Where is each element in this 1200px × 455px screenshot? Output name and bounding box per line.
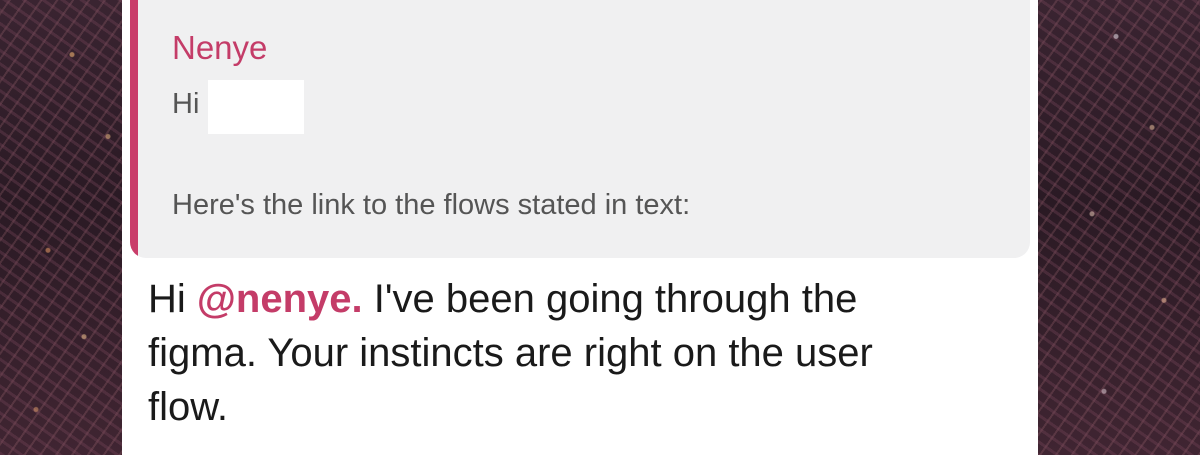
- quote-greeting: Hi: [172, 88, 200, 120]
- message-line1-rest: I've been going through the: [362, 277, 858, 321]
- mention-link[interactable]: @nenye.: [197, 277, 363, 321]
- message-bubble[interactable]: Nenye Hi Here's the link to the flows st…: [122, 0, 1038, 455]
- quote-author-name: Nenye: [172, 29, 268, 66]
- quote-body-text: Here's the link to the flows stated in t…: [172, 189, 691, 221]
- quoted-message[interactable]: Nenye Hi Here's the link to the flows st…: [130, 0, 1030, 258]
- message-line2: figma. Your instincts are right on the u…: [148, 331, 873, 375]
- message-text: Hi @nenye. I've been going through the fi…: [148, 272, 1028, 434]
- quote-accent-bar: [130, 0, 138, 258]
- message-line3: flow.: [148, 385, 229, 429]
- redacted-name: [208, 80, 304, 134]
- message-prefix: Hi: [148, 277, 197, 321]
